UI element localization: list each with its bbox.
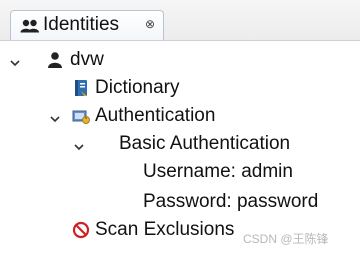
tree-node-basic-authentication[interactable]: Basic Authentication	[0, 131, 320, 157]
tree-node-password[interactable]: Password: password	[0, 189, 340, 215]
identities-tree: dvw Dictionary Authentication Basic Auth…	[0, 40, 360, 255]
close-icon[interactable]: ⊗	[145, 17, 155, 31]
chevron-down-icon[interactable]	[8, 53, 22, 67]
tree-node-label: Basic Authentication	[119, 133, 291, 154]
authentication-icon	[72, 107, 90, 125]
chevron-down-icon[interactable]	[48, 109, 62, 123]
tree-node-dvw[interactable]: dvw	[0, 47, 150, 73]
tab-title: Identities	[43, 14, 120, 35]
tree-node-label: Scan Exclusions	[95, 219, 235, 240]
chevron-down-icon[interactable]	[72, 137, 86, 151]
tree-node-label: Authentication	[95, 105, 216, 126]
tree-node-label: dvw	[70, 49, 104, 70]
tree-node-label: Dictionary	[95, 77, 180, 98]
dictionary-icon	[72, 79, 90, 97]
tree-node-username[interactable]: Username: admin	[0, 159, 300, 185]
identities-panel: Identities ⊗ dvw Dictionary Authenticati…	[0, 0, 360, 255]
no-entry-icon	[72, 221, 90, 239]
tab-bar: Identities ⊗	[0, 0, 360, 41]
tree-node-scan-exclusions[interactable]: Scan Exclusions	[0, 217, 240, 243]
tab-identities[interactable]: Identities ⊗	[10, 10, 164, 40]
identities-icon	[20, 19, 40, 33]
watermark-text: CSDN @王陈锋	[243, 232, 329, 246]
tree-node-authentication[interactable]: Authentication	[0, 103, 250, 129]
tree-node-label: Password: password	[143, 191, 319, 212]
tree-node-dictionary[interactable]: Dictionary	[0, 75, 200, 101]
user-icon	[46, 51, 64, 69]
tree-node-label: Username: admin	[143, 161, 293, 182]
